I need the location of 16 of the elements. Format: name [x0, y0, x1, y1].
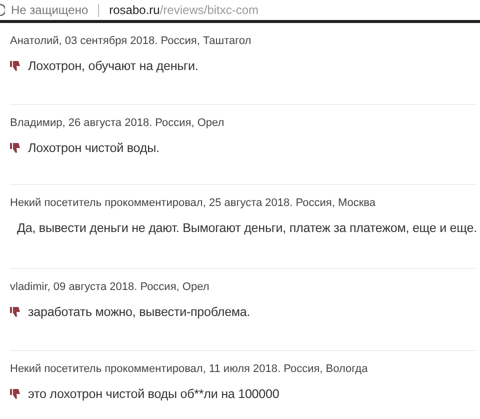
- review-meta: Некий посетитель прокомментировал, 25 августа 2018. Россия, Москва: [10, 197, 377, 209]
- review-text: Лохотрон, обучают на деньги.: [28, 59, 198, 73]
- url-text[interactable]: rosabo.ru/reviews/bitxc-com: [109, 3, 259, 17]
- review-meta: Анатолий, 03 сентября 2018. Россия, Таштагол: [10, 35, 252, 47]
- review-meta: vladimir, 09 августа 2018. Россия, Орел: [10, 281, 210, 293]
- review-meta: Владимир, 26 августа 2018. Россия, Орел: [10, 117, 226, 129]
- review-text: это лохотрон чистой воды об**ли на 100000: [28, 387, 280, 401]
- thumbs-down-icon: [10, 61, 21, 71]
- thumbs-down-icon: [10, 389, 21, 399]
- review-text: заработать можно, вывести-проблема.: [28, 305, 250, 319]
- security-label: Не защищено: [11, 3, 88, 17]
- thumbs-down-icon: [10, 307, 21, 317]
- review-meta: Некий посетитель прокомментировал, 11 июля 2018. Россия, Вологда: [10, 363, 369, 375]
- review-text: Да, вывести деньги не дают. Вымогают деньги, платеж за платежом, еще и еще.: [17, 221, 477, 235]
- thumbs-down-icon: [10, 143, 21, 153]
- review-text: Лохотрон чистой воды.: [28, 141, 160, 155]
